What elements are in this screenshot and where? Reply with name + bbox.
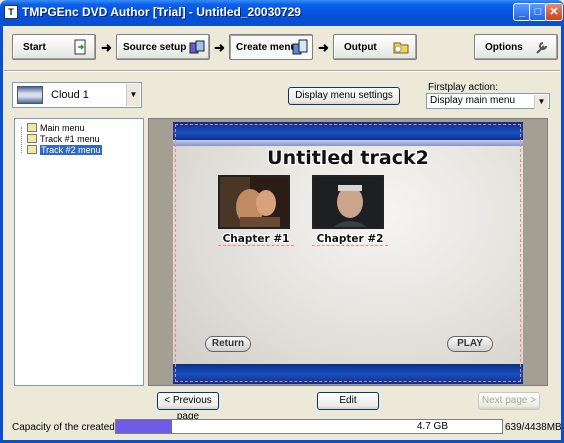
folder-icon: [27, 134, 37, 143]
menu-tree[interactable]: Main menu Track #1 menu Track #2 menu: [14, 118, 144, 386]
options-label: Options: [485, 42, 523, 53]
menu-template-select[interactable]: Cloud 1 ▼: [12, 82, 142, 108]
start-step-label: Start: [23, 42, 46, 53]
menu-template-value: Cloud 1: [51, 89, 89, 101]
menu-template-thumbnail-icon: [17, 86, 43, 104]
close-button[interactable]: ✕: [545, 3, 563, 21]
menu-canvas[interactable]: Untitled track2 Chapter #1 Chapter #2 Re…: [173, 122, 523, 384]
tree-item-label: Main menu: [40, 123, 85, 133]
stacked-boxes-icon: [189, 40, 205, 54]
tree-item-label: Track #2 menu: [40, 145, 102, 155]
return-button[interactable]: Return: [205, 336, 251, 352]
capacity-total-text: 4.7 GB: [416, 421, 448, 432]
chapter-2-thumbnail: [312, 175, 384, 229]
capacity-bar: 4.7 GB: [115, 419, 503, 434]
step-arrow-icon: ➜: [101, 40, 112, 55]
previous-page-button[interactable]: < Previous page: [157, 392, 219, 422]
chapter-2-button[interactable]: Chapter #2: [312, 175, 388, 246]
display-menu-settings-button[interactable]: Display menu settings: [288, 87, 400, 105]
folder-icon: [27, 123, 37, 132]
firstplay-select[interactable]: Display main menu ▼: [426, 93, 550, 109]
menu-title-text[interactable]: Untitled track2: [173, 147, 523, 169]
tree-item-track-2-menu[interactable]: Track #2 menu: [27, 144, 102, 156]
chapter-1-button[interactable]: Chapter #1: [218, 175, 294, 246]
window-title: TMPGEnc DVD Author [Trial] - Untitled_20…: [22, 5, 301, 19]
create-menu-step-label: Create menu: [236, 42, 297, 53]
bottom-banner: [173, 364, 523, 384]
options-button[interactable]: Options: [474, 34, 558, 60]
output-step-button[interactable]: Output: [333, 34, 417, 60]
capacity-used-text: 639/4438MB: [505, 422, 562, 433]
app-icon[interactable]: T: [4, 5, 18, 19]
tree-line: [21, 127, 22, 153]
firstplay-label: Firstplay action:: [428, 82, 499, 93]
title-bar: T TMPGEnc DVD Author [Trial] - Untitled_…: [0, 0, 564, 26]
menu-stack-icon: [292, 39, 308, 55]
source-setup-step-button[interactable]: Source setup: [116, 34, 210, 60]
toolbar-separator: [4, 70, 560, 72]
output-step-label: Output: [344, 42, 377, 53]
create-menu-step-button[interactable]: Create menu: [229, 34, 313, 60]
next-page-button[interactable]: Next page >: [478, 392, 540, 410]
chapter-2-label: Chapter #2: [312, 233, 388, 246]
step-arrow-icon: ➜: [318, 40, 329, 55]
step-toolbar: Start ➜ Source setup ➜ Create menu ➜ Out…: [4, 29, 560, 67]
chapter-1-thumbnail: [218, 175, 290, 229]
capacity-bar-fill: [116, 420, 172, 433]
step-arrow-icon: ➜: [214, 40, 225, 55]
start-step-button[interactable]: Start: [12, 34, 96, 60]
chevron-down-icon[interactable]: ▼: [534, 95, 548, 109]
chevron-down-icon[interactable]: ▼: [126, 84, 140, 106]
firstplay-value: Display main menu: [430, 95, 516, 106]
top-banner-stripe: [173, 140, 523, 146]
chapter-1-label: Chapter #1: [218, 233, 294, 246]
folder-icon: [27, 145, 37, 154]
disc-folder-icon: [393, 42, 409, 54]
edit-button[interactable]: Edit: [317, 392, 379, 410]
document-arrow-icon: [74, 39, 86, 55]
source-setup-step-label: Source setup: [123, 42, 187, 53]
top-banner: [173, 122, 523, 140]
play-button[interactable]: PLAY: [447, 336, 493, 352]
tree-item-label: Track #1 menu: [40, 134, 100, 144]
wrench-icon: [536, 42, 547, 54]
